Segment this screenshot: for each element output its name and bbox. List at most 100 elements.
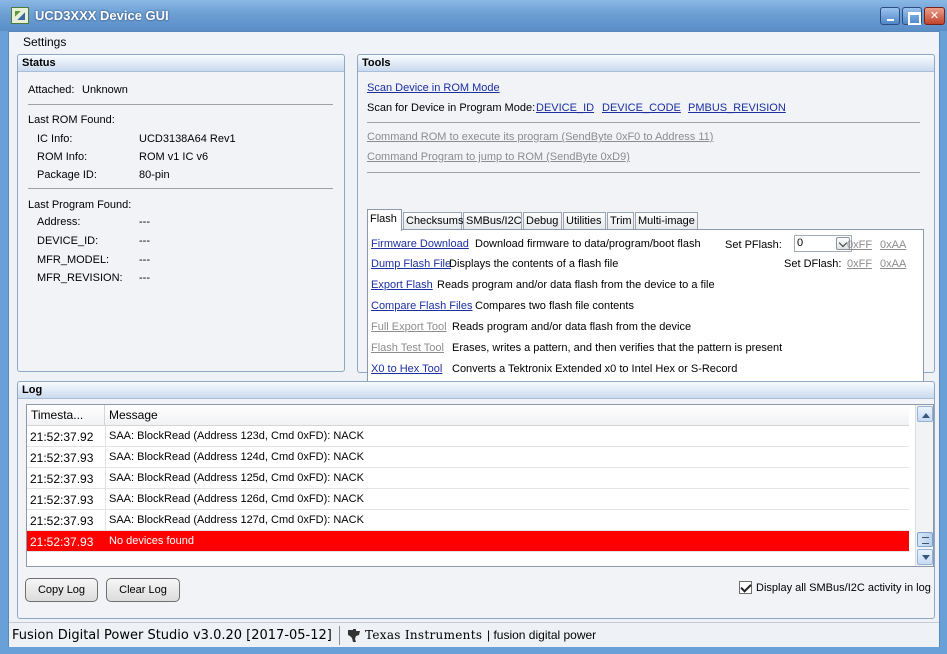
table-row-error[interactable]: 21:52:37.93 No devices found [27,531,909,552]
log-message: SAA: BlockRead (Address 123d, Cmd 0xFD):… [109,430,364,442]
compare-flash-files-desc: Compares two flash file contents [475,300,634,312]
brand-tagline: | fusion digital power [487,628,597,642]
tab-debug[interactable]: Debug [523,212,562,230]
minimize-button[interactable] [880,7,900,25]
mfr-revision-label: MFR_REVISION: [37,272,123,284]
display-all-checkbox[interactable] [739,581,752,594]
table-row[interactable]: 21:52:37.93 SAA: BlockRead (Address 127d… [27,510,909,531]
tab-trim[interactable]: Trim [607,212,634,230]
last-program-title: Last Program Found: [28,199,132,211]
firmware-download-link[interactable]: Firmware Download [371,238,469,250]
flash-test-tool-link[interactable]: Flash Test Tool [371,342,444,354]
scroll-up-icon[interactable] [917,406,933,422]
divider [339,626,340,645]
display-all-label[interactable]: Display all SMBus/I2C activity in log [756,582,931,594]
tab-flash[interactable]: Flash [367,209,402,231]
x0-to-hex-tool-desc: Converts a Tektronix Extended x0 to Inte… [452,363,738,375]
log-time: 21:52:37.93 [30,514,94,528]
log-message: No devices found [109,535,194,547]
mfr-revision-value: --- [139,272,150,284]
rom-info-value: ROM v1 IC v6 [139,151,209,163]
minimize-icon [881,8,899,24]
scroll-thumb[interactable] [917,532,933,547]
log-message: SAA: BlockRead (Address 125d, Cmd 0xFD):… [109,472,364,484]
attached-value: Unknown [82,84,128,96]
tab-multi-image[interactable]: Multi-image [635,212,698,230]
set-dflash-label: Set DFlash: [784,258,842,270]
table-row[interactable]: 21:52:37.93 SAA: BlockRead (Address 124d… [27,447,909,468]
log-panel-title: Log [18,382,934,399]
address-value: --- [139,216,150,228]
divider [28,104,333,105]
menu-settings[interactable]: Settings [23,35,66,49]
full-export-tool-desc: Reads program and/or data flash from the… [452,321,692,333]
dflash-0xaa-link[interactable]: 0xAA [880,258,906,270]
app-window: UCD3XXX Device GUI ✕ Settings Status Att… [0,0,947,654]
pflash-select[interactable]: 0 [794,235,852,252]
status-panel: Status Attached: Unknown Last ROM Found:… [17,54,345,372]
log-panel: Log Timesta... Message 21:52:37.92 SAA: … [17,381,935,619]
tab-utilities[interactable]: Utilities [563,212,606,230]
column-header-message[interactable]: Message [105,405,909,426]
maximize-icon [903,8,921,25]
log-time: 21:52:37.93 [30,493,94,507]
pflash-select-value: 0 [797,237,804,249]
compare-flash-files-link[interactable]: Compare Flash Files [371,300,472,312]
firmware-download-desc: Download firmware to data/program/boot f… [475,238,701,250]
app-icon [11,7,29,24]
address-label: Address: [37,216,81,228]
log-time: 21:52:37.93 [30,451,94,465]
dump-flash-file-link[interactable]: Dump Flash File [371,258,451,270]
status-panel-title: Status [18,55,344,72]
scroll-down-icon[interactable] [917,549,933,565]
window-title: UCD3XXX Device GUI [35,8,169,23]
mfr-model-label: MFR_MODEL: [37,254,110,266]
table-row[interactable]: 21:52:37.93 SAA: BlockRead (Address 126d… [27,489,909,510]
package-id-value: 80-pin [139,169,170,181]
clear-log-button[interactable]: Clear Log [106,578,180,602]
pflash-0xff-link[interactable]: 0xFF [847,239,872,251]
title-bar[interactable]: UCD3XXX Device GUI ✕ [0,0,947,31]
export-flash-link[interactable]: Export Flash [371,279,433,291]
attached-label: Attached: [28,84,75,96]
log-time: 21:52:37.93 [30,535,94,549]
copy-log-button[interactable]: Copy Log [25,578,98,602]
log-message: SAA: BlockRead (Address 126d, Cmd 0xFD):… [109,493,364,505]
full-export-tool-link[interactable]: Full Export Tool [371,321,447,333]
last-rom-title: Last ROM Found: [28,114,115,126]
flash-test-tool-desc: Erases, writes a pattern, and then verif… [452,342,783,354]
dflash-0xff-link[interactable]: 0xFF [847,258,872,270]
tab-smbus-i2c[interactable]: SMBus/I2C [463,212,522,230]
device-id-value: --- [139,235,150,247]
mfr-model-value: --- [139,254,150,266]
device-id-label: DEVICE_ID: [37,235,99,247]
ti-brand: Texas Instruments [365,628,483,642]
ic-info-value: UCD3138A64 Rev1 [139,133,236,145]
client-area: Settings Status Attached: Unknown Last R… [8,31,940,647]
log-table[interactable]: Timesta... Message 21:52:37.92 SAA: Bloc… [26,404,934,567]
tools-tab-area: Flash Checksums SMBus/I2C Debug Utilitie… [357,32,935,401]
ti-logo-icon [348,629,360,642]
close-button[interactable]: ✕ [924,7,945,25]
pflash-0xaa-link[interactable]: 0xAA [880,239,906,251]
x0-to-hex-tool-link[interactable]: X0 to Hex Tool [371,363,442,375]
table-row[interactable]: 21:52:37.92 SAA: BlockRead (Address 123d… [27,426,909,447]
maximize-button[interactable] [902,7,922,25]
log-time: 21:52:37.93 [30,472,94,486]
log-scrollbar[interactable] [915,405,933,566]
divider [28,188,333,189]
export-flash-desc: Reads program and/or data flash from the… [437,279,715,291]
column-header-timestamp[interactable]: Timesta... [27,405,105,426]
log-message: SAA: BlockRead (Address 127d, Cmd 0xFD):… [109,514,364,526]
flash-tab-content: Firmware Download Download firmware to d… [367,229,924,401]
package-id-label: Package ID: [37,169,97,181]
rom-info-label: ROM Info: [37,151,88,163]
log-message: SAA: BlockRead (Address 124d, Cmd 0xFD):… [109,451,364,463]
tab-checksums[interactable]: Checksums [403,212,463,230]
log-time: 21:52:37.92 [30,430,94,444]
table-row[interactable]: 21:52:37.93 SAA: BlockRead (Address 125d… [27,468,909,489]
status-bar: Fusion Digital Power Studio v3.0.20 [201… [9,622,939,647]
set-pflash-label: Set PFlash: [725,239,782,251]
app-version: Fusion Digital Power Studio v3.0.20 [201… [12,628,332,643]
dump-flash-file-desc: Displays the contents of a flash file [449,258,619,270]
